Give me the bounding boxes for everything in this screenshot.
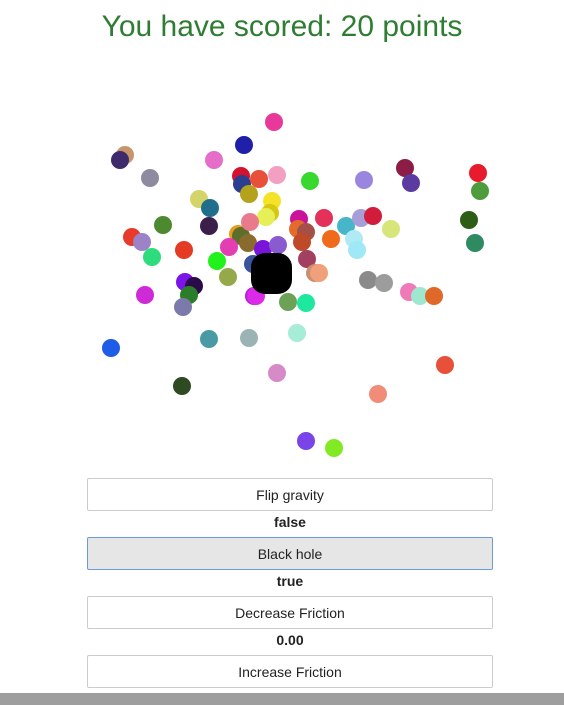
ball: [136, 286, 154, 304]
flip-gravity-value: false: [274, 514, 306, 530]
ball: [359, 271, 377, 289]
ball: [364, 207, 382, 225]
ball: [425, 287, 443, 305]
ball: [235, 136, 253, 154]
ball: [201, 199, 219, 217]
ball: [257, 208, 275, 226]
ball: [293, 233, 311, 251]
ball: [288, 324, 306, 342]
ball: [297, 432, 315, 450]
ball: [241, 213, 259, 231]
ball: [375, 274, 393, 292]
friction-value: 0.00: [276, 632, 304, 648]
ball: [141, 169, 159, 187]
ball: [355, 171, 373, 189]
ball: [250, 170, 268, 188]
ball: [219, 268, 237, 286]
ball: [369, 385, 387, 403]
ball: [460, 211, 478, 229]
ball: [174, 298, 192, 316]
ball: [154, 216, 172, 234]
ball: [265, 113, 283, 131]
ball-canvas[interactable]: [0, 90, 564, 470]
ball: [200, 217, 218, 235]
score-title: You have scored: 20 points: [101, 10, 463, 43]
flip-gravity-button[interactable]: Flip gravity: [87, 478, 493, 511]
ball: [269, 236, 287, 254]
ball: [173, 377, 191, 395]
ball: [205, 151, 223, 169]
ball: [208, 252, 226, 270]
ball: [111, 151, 129, 169]
ball: [466, 234, 484, 252]
ball: [469, 164, 487, 182]
ball: [200, 330, 218, 348]
ball: [471, 182, 489, 200]
ball: [315, 209, 333, 227]
ball: [102, 339, 120, 357]
black-hole-button[interactable]: Black hole: [87, 537, 493, 570]
ball: [175, 241, 193, 259]
horizontal-scrollbar[interactable]: [0, 693, 564, 705]
ball: [301, 172, 319, 190]
ball: [268, 364, 286, 382]
ball: [240, 329, 258, 347]
ball: [220, 238, 238, 256]
ball: [322, 230, 340, 248]
black-hole: [251, 253, 292, 294]
black-hole-value: true: [276, 573, 304, 589]
game-board[interactable]: [0, 90, 564, 470]
ball: [268, 166, 286, 184]
ball: [240, 185, 258, 203]
ball: [133, 233, 151, 251]
ball: [402, 174, 420, 192]
ball: [297, 294, 315, 312]
ball: [310, 264, 328, 282]
decrease-friction-button[interactable]: Decrease Friction: [87, 596, 493, 629]
ball: [436, 356, 454, 374]
ball: [143, 248, 161, 266]
ball: [382, 220, 400, 238]
increase-friction-button[interactable]: Increase Friction: [87, 655, 493, 688]
ball: [325, 439, 343, 457]
ball: [279, 293, 297, 311]
ball: [348, 241, 366, 259]
